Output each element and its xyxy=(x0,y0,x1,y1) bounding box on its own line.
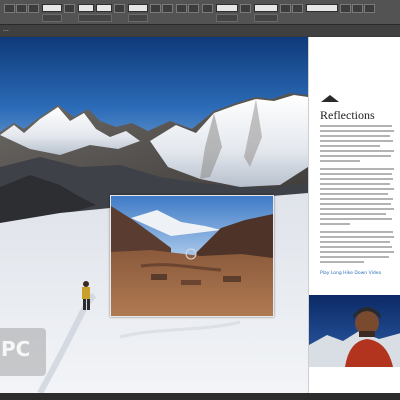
height-field[interactable] xyxy=(96,4,112,12)
stroke-weight-field[interactable] xyxy=(216,4,238,12)
body-text-line xyxy=(320,208,394,210)
climber-portrait-image xyxy=(309,295,400,367)
constrain-icon[interactable] xyxy=(114,4,125,13)
valley-photo-image xyxy=(111,196,273,316)
effects-field[interactable] xyxy=(254,14,278,22)
body-text-line xyxy=(320,125,392,127)
watermark-logo: PC xyxy=(0,328,46,376)
body-text-line xyxy=(320,231,393,233)
flip-icon[interactable] xyxy=(176,4,187,13)
opacity-field[interactable] xyxy=(254,4,278,12)
fit-icon[interactable] xyxy=(292,4,303,13)
body-text-line xyxy=(320,246,392,248)
body-text-line xyxy=(320,160,360,162)
scale-field[interactable] xyxy=(128,4,148,12)
video-link[interactable]: Play Long Hike Down Video xyxy=(320,271,381,276)
body-text-line xyxy=(320,261,364,263)
triangle-logo-icon xyxy=(321,95,339,102)
body-text-line xyxy=(320,203,391,205)
body-text-line xyxy=(320,155,391,157)
document-spread: Reflections Play Long Hike Down Video xyxy=(0,37,400,393)
left-page[interactable] xyxy=(0,37,308,393)
body-text-line xyxy=(320,135,390,137)
body-text-line xyxy=(320,150,394,152)
body-text-line xyxy=(320,251,394,253)
wrap-icon[interactable] xyxy=(280,4,291,13)
effects-icon[interactable] xyxy=(240,4,251,13)
distribute-icon[interactable] xyxy=(340,4,351,13)
body-text-line xyxy=(320,178,393,180)
body-text-line xyxy=(320,198,393,200)
climber-photo[interactable] xyxy=(309,295,400,367)
body-text-line xyxy=(320,188,394,190)
right-page[interactable]: Reflections Play Long Hike Down Video xyxy=(308,37,400,393)
menu-icon[interactable] xyxy=(364,4,375,13)
body-text-line xyxy=(320,223,350,225)
control-bar xyxy=(0,0,400,25)
article-title: Reflections xyxy=(320,108,375,122)
status-bar xyxy=(0,393,400,400)
vertical-scale-field[interactable] xyxy=(128,14,148,22)
body-text-line xyxy=(320,236,394,238)
body-text-line xyxy=(320,218,392,220)
body-text-line xyxy=(320,256,389,258)
dimension-row[interactable] xyxy=(78,14,112,22)
body-text-line xyxy=(320,241,390,243)
object-style-field[interactable] xyxy=(306,4,338,12)
body-text-line xyxy=(320,140,393,142)
body-text-line xyxy=(320,183,390,185)
shear-icon[interactable] xyxy=(162,4,173,13)
body-text-line xyxy=(320,213,386,215)
body-text-line xyxy=(320,130,394,132)
body-text-line xyxy=(320,145,380,147)
reference-point-icon[interactable] xyxy=(64,4,75,13)
body-text-line xyxy=(320,173,392,175)
rotate-icon[interactable] xyxy=(150,4,161,13)
width-field[interactable] xyxy=(78,4,94,12)
document-tab-label: ... xyxy=(3,26,9,33)
y-position-field[interactable] xyxy=(42,14,62,22)
body-text-line xyxy=(320,193,388,195)
watermark-text: PC xyxy=(1,337,31,361)
transform-icon[interactable] xyxy=(28,4,39,13)
placed-valley-photo[interactable] xyxy=(110,195,274,317)
grid-icon[interactable] xyxy=(352,4,363,13)
stroke-icon[interactable] xyxy=(202,4,213,13)
document-tab[interactable]: ... xyxy=(0,25,400,36)
fill-icon[interactable] xyxy=(188,4,199,13)
align-icon[interactable] xyxy=(16,4,27,13)
selection-icon[interactable] xyxy=(4,4,15,13)
x-position-field[interactable] xyxy=(42,4,62,12)
body-text-line xyxy=(320,168,394,170)
stroke-type-field[interactable] xyxy=(216,14,238,22)
